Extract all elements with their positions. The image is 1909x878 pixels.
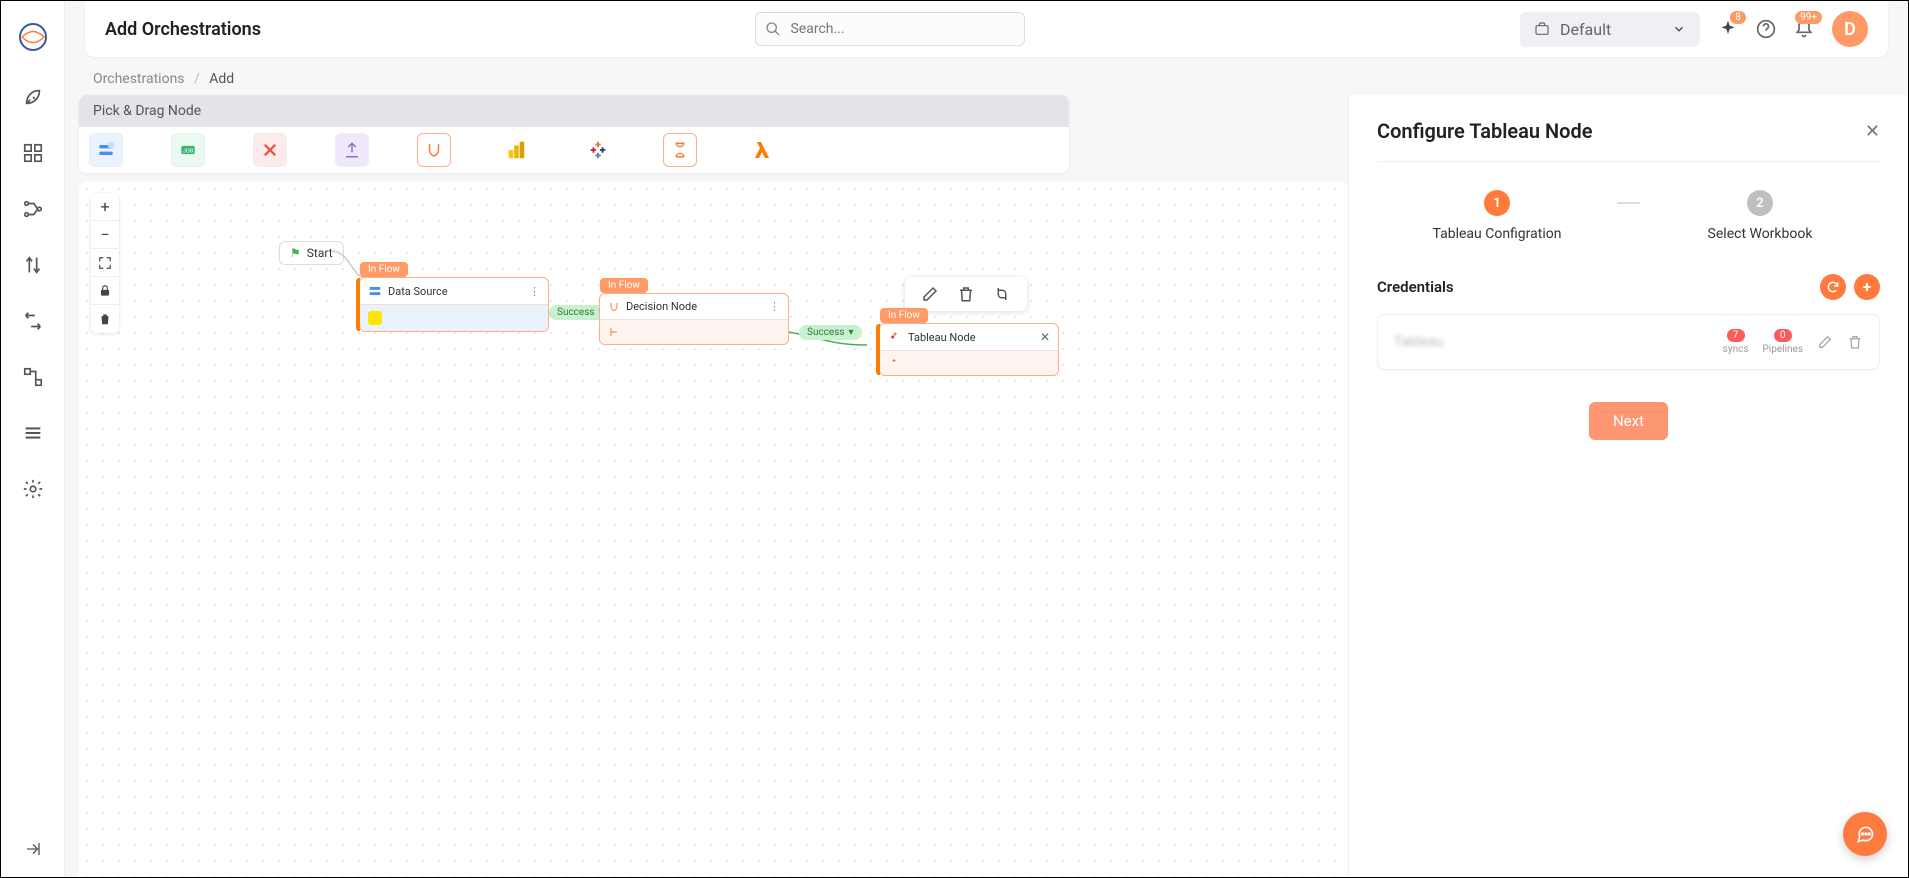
- start-node[interactable]: ⚑ Start: [279, 241, 344, 265]
- next-button[interactable]: Next: [1589, 402, 1668, 440]
- data-source-node[interactable]: In Flow Data Source ⋮: [359, 277, 549, 332]
- delete-button[interactable]: [91, 305, 119, 333]
- palette-async-icon[interactable]: JOB: [171, 133, 205, 167]
- edit-node-button[interactable]: [921, 285, 939, 303]
- collapse-sidebar-icon[interactable]: [21, 837, 45, 861]
- palette-title: Pick & Drag Node: [79, 95, 1069, 127]
- stepper: 1 Tableau Configration 2 Select Workbook: [1377, 190, 1880, 242]
- app-logo: [17, 21, 49, 53]
- swap-node-button[interactable]: [993, 285, 1011, 303]
- nav-dashboard-icon[interactable]: [21, 141, 45, 165]
- tableau-icon: [888, 330, 902, 344]
- node-status-tag: In Flow: [880, 308, 928, 323]
- left-sidebar: [1, 1, 65, 877]
- nav-settings-icon[interactable]: [21, 477, 45, 501]
- notifications-button[interactable]: 99+: [1794, 19, 1814, 39]
- edge-success-pill[interactable]: Success ▾: [799, 325, 862, 340]
- chevron-down-icon: [1672, 22, 1686, 36]
- delete-credential-button[interactable]: [1847, 334, 1863, 350]
- decision-node[interactable]: In Flow Decision Node ⋮: [599, 293, 789, 345]
- palette-cancel-icon[interactable]: [253, 133, 287, 167]
- workspace-dropdown[interactable]: Default: [1520, 12, 1700, 47]
- search-input[interactable]: [755, 12, 1025, 46]
- zoom-in-button[interactable]: +: [91, 193, 119, 221]
- flag-icon: ⚑: [290, 246, 301, 260]
- nav-rocket-icon[interactable]: [21, 85, 45, 109]
- nav-list-icon[interactable]: [21, 421, 45, 445]
- tableau-node[interactable]: In Flow Tableau Node ✕: [879, 323, 1059, 376]
- tableau-icon: [888, 357, 900, 369]
- credentials-heading: Credentials: [1377, 278, 1454, 296]
- palette-tableau-icon[interactable]: [581, 133, 615, 167]
- svg-text:JOB: JOB: [183, 149, 194, 155]
- step-1-circle[interactable]: 1: [1484, 190, 1510, 216]
- palette-decision-icon[interactable]: [417, 133, 451, 167]
- breadcrumb: Orchestrations / Add: [65, 57, 1908, 95]
- palette-upload-icon[interactable]: [335, 133, 369, 167]
- page-title: Add Orchestrations: [105, 19, 261, 40]
- panel-title: Configure Tableau Node: [1377, 119, 1593, 143]
- decision-icon: [608, 301, 620, 313]
- nav-branch-icon[interactable]: [21, 365, 45, 389]
- palette-powerbi-icon[interactable]: [499, 133, 533, 167]
- palette-timer-icon[interactable]: [663, 133, 697, 167]
- notifications-badge: 99+: [1795, 11, 1822, 24]
- palette-lambda-icon[interactable]: [745, 133, 779, 167]
- pipelines-count: 0 Pipelines: [1762, 329, 1803, 355]
- source-item-icon: [368, 311, 382, 325]
- delete-node-button[interactable]: [957, 285, 975, 303]
- nav-pipeline-icon[interactable]: [21, 197, 45, 221]
- nav-compare-icon[interactable]: [21, 253, 45, 277]
- node-status-tag: In Flow: [360, 262, 408, 277]
- node-action-bar: [905, 277, 1027, 311]
- avatar[interactable]: D: [1832, 11, 1868, 47]
- step-2-label: Select Workbook: [1708, 226, 1813, 242]
- palette-datasource-icon[interactable]: [89, 133, 123, 167]
- add-credential-button[interactable]: +: [1854, 274, 1880, 300]
- syncs-count: 7 syncs: [1723, 329, 1749, 355]
- node-palette: Pick & Drag Node JOB: [79, 95, 1069, 173]
- lock-button[interactable]: [91, 277, 119, 305]
- node-status-tag: In Flow: [600, 278, 648, 293]
- datasource-icon: [368, 284, 382, 298]
- topbar: Add Orchestrations Default 8: [85, 1, 1888, 57]
- help-button[interactable]: [1756, 19, 1776, 39]
- step-2-circle[interactable]: 2: [1747, 190, 1773, 216]
- configure-panel: Configure Tableau Node ✕ 1 Tableau Confi…: [1348, 95, 1908, 877]
- canvas-toolbar: + −: [91, 193, 119, 333]
- step-1-label: Tableau Configration: [1433, 226, 1562, 242]
- credential-card[interactable]: Tableau 7 syncs 0 Pipelines: [1377, 314, 1880, 370]
- flow-canvas[interactable]: + − ⚑ Start: [79, 181, 1348, 877]
- briefcase-icon: [1534, 21, 1550, 37]
- node-menu-icon[interactable]: ⋮: [529, 285, 540, 298]
- chat-fab-button[interactable]: [1843, 812, 1887, 856]
- breadcrumb-root[interactable]: Orchestrations: [93, 71, 185, 87]
- sparkle-badge: 8: [1730, 11, 1746, 24]
- node-menu-icon[interactable]: ⋮: [769, 300, 780, 313]
- zoom-out-button[interactable]: −: [91, 221, 119, 249]
- close-node-button[interactable]: ✕: [1040, 330, 1050, 344]
- workspace-name: Default: [1560, 20, 1611, 39]
- fit-view-button[interactable]: [91, 249, 119, 277]
- nav-transform-icon[interactable]: [21, 309, 45, 333]
- edit-credential-button[interactable]: [1817, 334, 1833, 350]
- close-panel-button[interactable]: ✕: [1865, 121, 1880, 142]
- search-icon: [765, 21, 781, 37]
- refresh-credentials-button[interactable]: [1820, 274, 1846, 300]
- credential-name: Tableau: [1394, 334, 1443, 350]
- chevron-down-icon: ▾: [849, 327, 854, 338]
- branch-icon: [608, 326, 620, 338]
- sparkle-button[interactable]: 8: [1718, 19, 1738, 39]
- breadcrumb-current: Add: [209, 71, 234, 87]
